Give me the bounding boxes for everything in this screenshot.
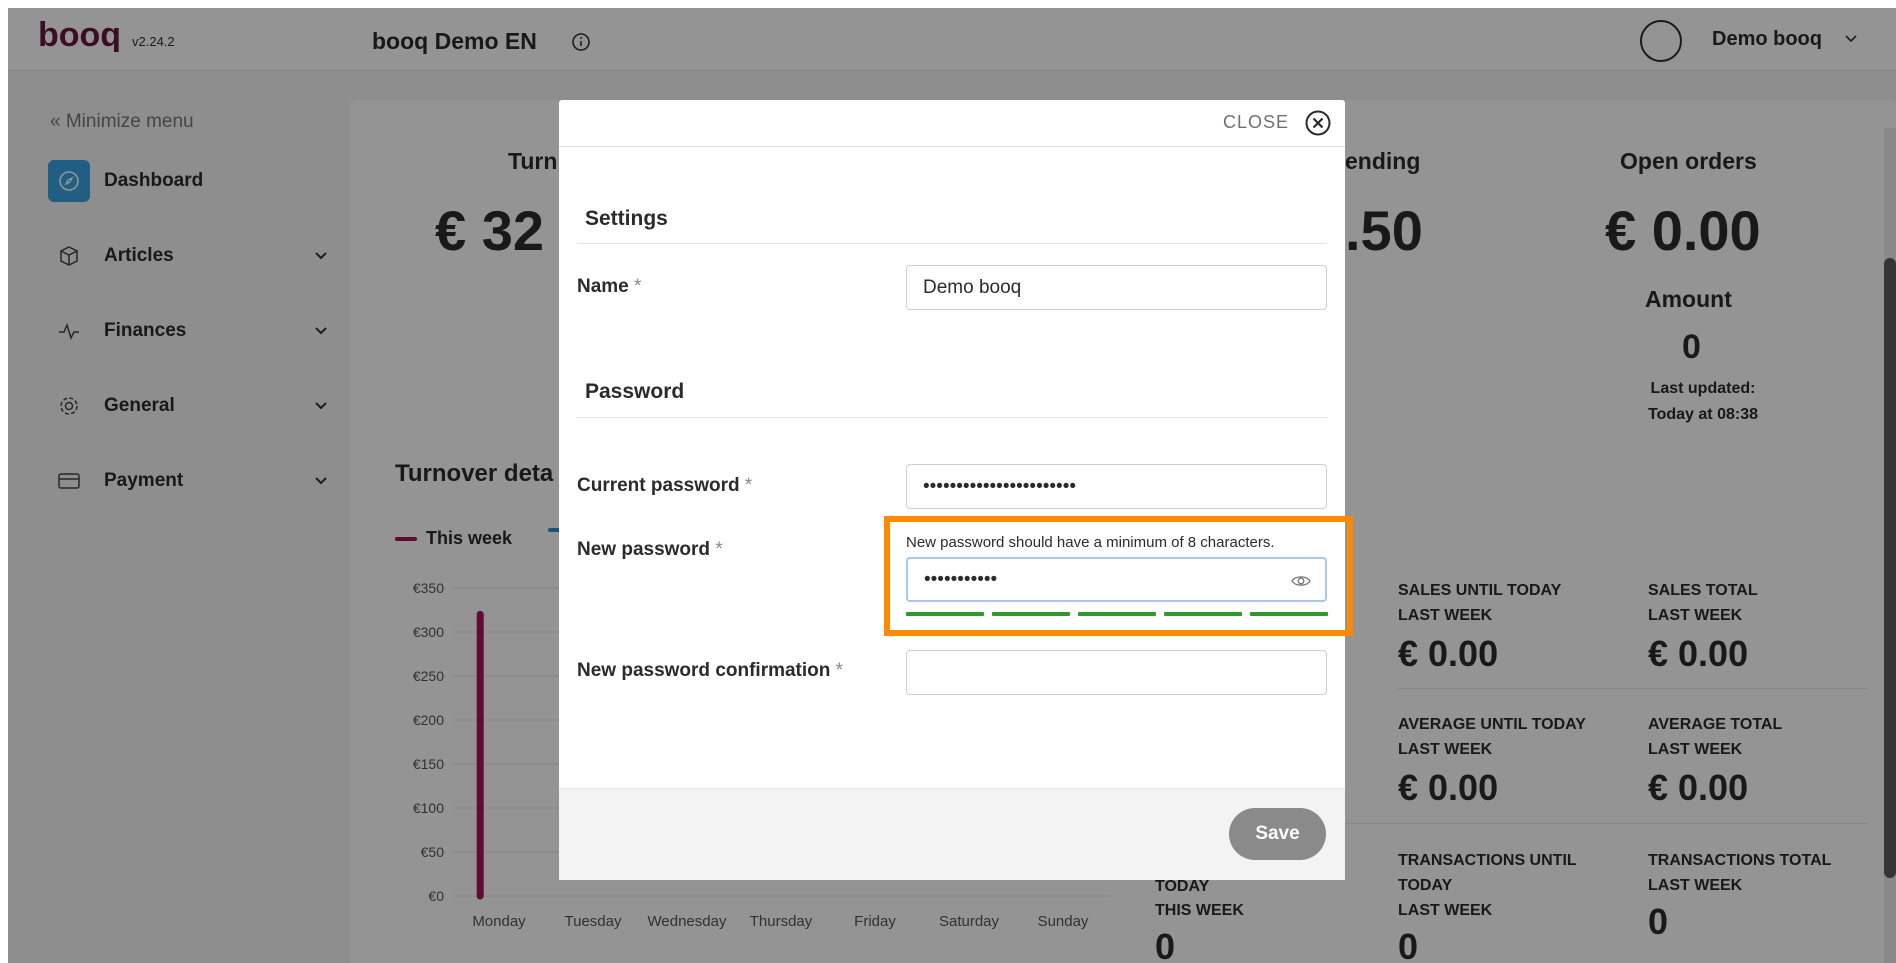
required-mark: *: [715, 539, 723, 560]
close-button[interactable]: CLOSE: [1223, 112, 1289, 133]
name-label-text: Name: [577, 276, 629, 297]
current-password-value: •••••••••••••••••••••••: [923, 475, 1076, 497]
name-input[interactable]: Demo booq: [906, 265, 1327, 310]
app-window: booq v2.24.2 booq Demo EN Demo booq « Mi…: [8, 8, 1896, 963]
divider: [577, 417, 1327, 418]
confirm-password-label-text: New password confirmation: [577, 660, 831, 681]
required-mark: *: [835, 660, 844, 681]
required-mark: *: [634, 276, 642, 297]
name-value: Demo booq: [923, 276, 1022, 298]
highlight-frame: [884, 516, 1353, 636]
current-password-input[interactable]: •••••••••••••••••••••••: [906, 464, 1327, 509]
password-section-title: Password: [585, 380, 685, 403]
confirm-password-input[interactable]: [906, 650, 1327, 695]
modal-header: CLOSE: [559, 100, 1345, 147]
close-icon[interactable]: [1304, 109, 1332, 137]
settings-section-title: Settings: [585, 207, 668, 230]
modal-footer: Save: [559, 788, 1345, 880]
confirm-password-label: New password confirmation *: [577, 660, 843, 682]
new-password-label-text: New password: [577, 539, 711, 560]
name-label: Name *: [577, 276, 641, 298]
current-password-label: Current password *: [577, 475, 752, 497]
save-button[interactable]: Save: [1229, 808, 1326, 860]
settings-modal: CLOSE Settings Name * Demo booq Password…: [559, 100, 1345, 880]
divider: [577, 243, 1327, 244]
new-password-label: New password *: [577, 539, 723, 561]
required-mark: *: [744, 475, 753, 496]
current-password-label-text: Current password: [577, 475, 740, 496]
